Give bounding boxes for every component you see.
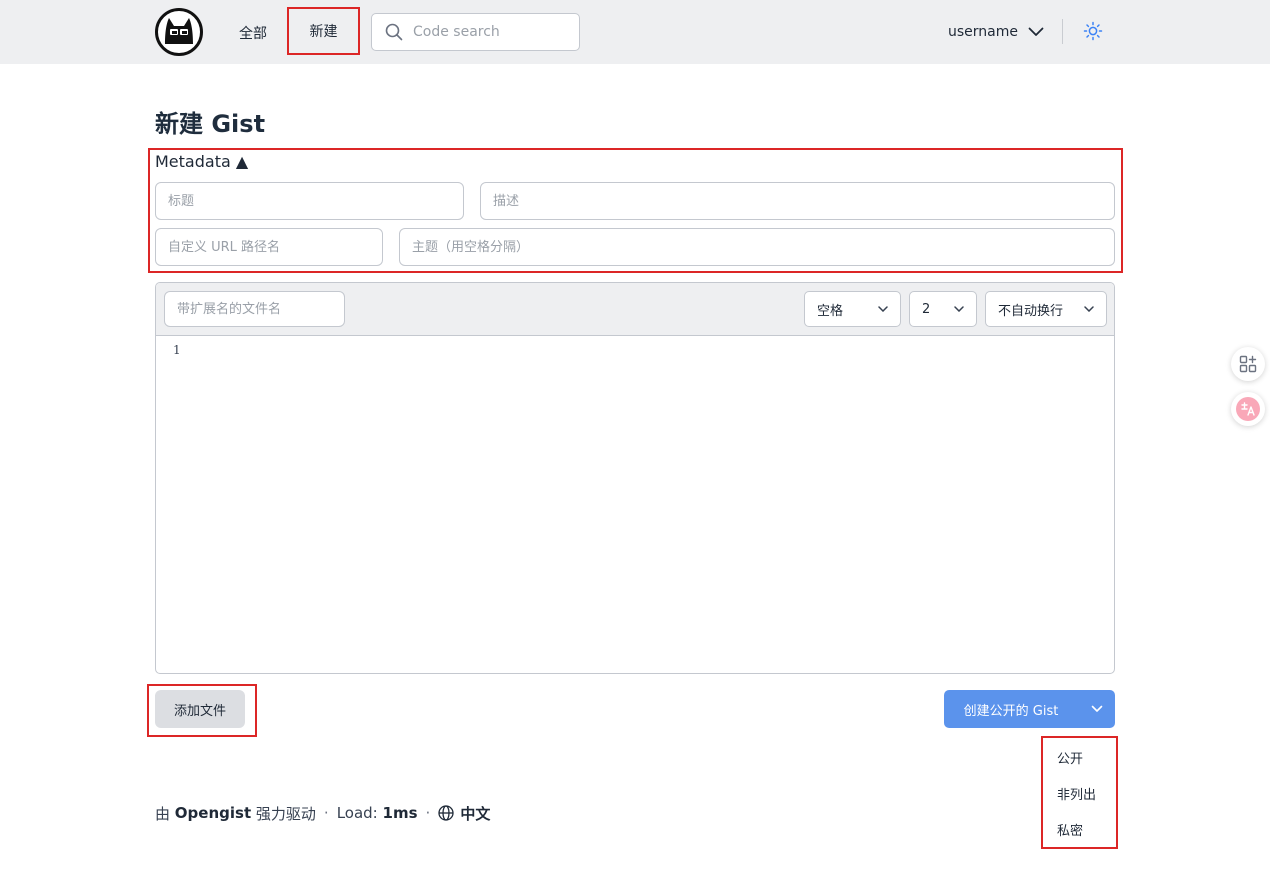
search-icon [385, 23, 403, 41]
visibility-option-public[interactable]: 公开 [1057, 748, 1083, 767]
visibility-option-unlisted[interactable]: 非列出 [1057, 784, 1096, 803]
create-gist-button[interactable]: 创建公开的 Gist [944, 690, 1078, 728]
topics-input[interactable] [399, 228, 1115, 266]
custom-url-input[interactable] [155, 228, 383, 266]
user-menu[interactable]: username [948, 21, 1044, 43]
code-search-input[interactable] [413, 24, 573, 40]
create-gist-label: 创建公开的 Gist [963, 703, 1059, 719]
top-navbar: 全部 新建 username [0, 0, 1270, 64]
chevron-down-icon [954, 306, 964, 312]
wrap-mode-select[interactable]: 不自动换行 [985, 291, 1107, 327]
username-label: username [948, 24, 1018, 40]
chevron-down-icon [1084, 306, 1094, 312]
page-title: 新建 Gist [155, 110, 266, 138]
gist-description-input[interactable] [480, 182, 1115, 220]
indent-size-value: 2 [922, 301, 931, 317]
editor-toolbar: 空格 2 不自动换行 [156, 283, 1114, 336]
filename-input[interactable] [164, 291, 345, 327]
theme-toggle-button[interactable] [1083, 21, 1103, 41]
footer-language-link[interactable]: 中文 [460, 803, 490, 824]
indent-mode-value: 空格 [817, 303, 844, 319]
line-number: 1 [173, 343, 181, 357]
visibility-menu: 公开 非列出 私密 [1041, 736, 1118, 849]
nav-new-link[interactable]: 新建 [287, 7, 360, 55]
header-divider [1062, 19, 1063, 44]
translate-icon [1236, 397, 1260, 421]
code-search-box[interactable] [371, 13, 580, 51]
apps-widget-icon [1239, 355, 1257, 373]
globe-icon [438, 805, 454, 821]
page-footer: 由 Opengist 强力驱动 · Load: 1ms · 中文 [155, 802, 490, 824]
footer-separator: · [425, 804, 431, 822]
add-file-button[interactable]: 添加文件 [155, 690, 245, 728]
nav-all-link[interactable]: 全部 [239, 23, 267, 43]
opengist-logo-icon[interactable] [155, 8, 203, 56]
chevron-down-icon [1028, 27, 1044, 36]
footer-load-value: 1ms [382, 804, 418, 822]
gist-title-input[interactable] [155, 182, 464, 220]
visibility-option-private[interactable]: 私密 [1057, 820, 1083, 839]
sun-icon [1083, 21, 1103, 41]
footer-separator: · [323, 804, 329, 822]
indent-size-select[interactable]: 2 [909, 291, 977, 327]
nav-new-label: 新建 [309, 24, 338, 40]
wrap-mode-value: 不自动换行 [998, 303, 1064, 319]
file-editor: 空格 2 不自动换行 1 [155, 282, 1115, 674]
code-editor-area[interactable]: 1 [156, 337, 1114, 673]
chevron-down-icon [1091, 705, 1102, 712]
footer-brand-link[interactable]: Opengist [175, 804, 251, 822]
metadata-toggle[interactable]: Metadata ▲ [155, 152, 248, 171]
indent-mode-select[interactable]: 空格 [804, 291, 901, 327]
translate-widget-button[interactable] [1231, 392, 1265, 426]
chevron-down-icon [878, 306, 888, 312]
apps-widget-button[interactable] [1231, 347, 1265, 381]
visibility-dropdown-toggle[interactable] [1078, 690, 1115, 728]
footer-powered-prefix: 由 [155, 804, 171, 823]
footer-load-label: Load: [336, 804, 378, 822]
footer-powered-suffix: 强力驱动 [255, 804, 316, 823]
